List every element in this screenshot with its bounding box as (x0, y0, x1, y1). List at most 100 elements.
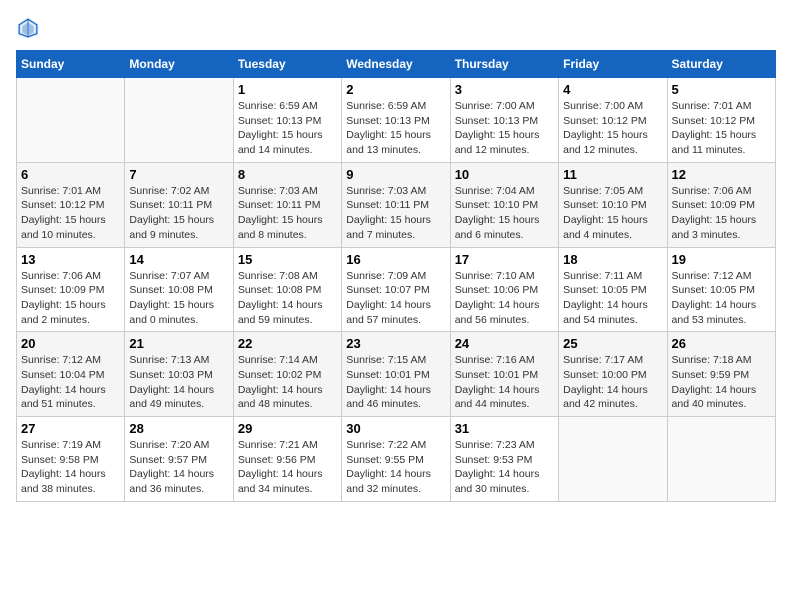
calendar-cell: 7 Sunrise: 7:02 AM Sunset: 10:11 PM Dayli… (125, 162, 233, 247)
calendar-cell: 21 Sunrise: 7:13 AM Sunset: 10:03 PM Dayl… (125, 332, 233, 417)
day-info: Sunrise: 7:10 AM Sunset: 10:06 PM Daylig… (455, 269, 554, 328)
day-info: Sunrise: 7:07 AM Sunset: 10:08 PM Daylig… (129, 269, 228, 328)
day-number: 8 (238, 167, 337, 182)
day-info: Sunrise: 7:00 AM Sunset: 10:13 PM Daylig… (455, 99, 554, 158)
day-info: Sunrise: 6:59 AM Sunset: 10:13 PM Daylig… (346, 99, 445, 158)
day-info: Sunrise: 7:21 AM Sunset: 9:56 PM Dayligh… (238, 438, 337, 497)
day-number: 24 (455, 336, 554, 351)
calendar-cell: 25 Sunrise: 7:17 AM Sunset: 10:00 PM Dayl… (559, 332, 667, 417)
day-number: 15 (238, 252, 337, 267)
day-info: Sunrise: 7:22 AM Sunset: 9:55 PM Dayligh… (346, 438, 445, 497)
day-info: Sunrise: 7:13 AM Sunset: 10:03 PM Daylig… (129, 353, 228, 412)
page-header (16, 16, 776, 40)
day-number: 10 (455, 167, 554, 182)
day-number: 11 (563, 167, 662, 182)
day-info: Sunrise: 7:18 AM Sunset: 9:59 PM Dayligh… (672, 353, 771, 412)
day-number: 5 (672, 82, 771, 97)
calendar-cell: 16 Sunrise: 7:09 AM Sunset: 10:07 PM Dayl… (342, 247, 450, 332)
calendar-cell: 23 Sunrise: 7:15 AM Sunset: 10:01 PM Dayl… (342, 332, 450, 417)
week-row-4: 20 Sunrise: 7:12 AM Sunset: 10:04 PM Dayl… (17, 332, 776, 417)
day-number: 31 (455, 421, 554, 436)
calendar-cell: 19 Sunrise: 7:12 AM Sunset: 10:05 PM Dayl… (667, 247, 775, 332)
calendar-cell: 11 Sunrise: 7:05 AM Sunset: 10:10 PM Dayl… (559, 162, 667, 247)
day-number: 4 (563, 82, 662, 97)
day-info: Sunrise: 7:02 AM Sunset: 10:11 PM Daylig… (129, 184, 228, 243)
weekday-header-sunday: Sunday (17, 51, 125, 78)
calendar-cell (17, 78, 125, 163)
calendar-cell: 27 Sunrise: 7:19 AM Sunset: 9:58 PM Dayli… (17, 417, 125, 502)
logo-icon (16, 16, 40, 40)
day-info: Sunrise: 7:00 AM Sunset: 10:12 PM Daylig… (563, 99, 662, 158)
weekday-header-thursday: Thursday (450, 51, 558, 78)
day-number: 26 (672, 336, 771, 351)
weekday-header-wednesday: Wednesday (342, 51, 450, 78)
day-number: 22 (238, 336, 337, 351)
week-row-5: 27 Sunrise: 7:19 AM Sunset: 9:58 PM Dayli… (17, 417, 776, 502)
day-number: 23 (346, 336, 445, 351)
day-number: 30 (346, 421, 445, 436)
calendar-cell: 3 Sunrise: 7:00 AM Sunset: 10:13 PM Dayli… (450, 78, 558, 163)
calendar-cell: 4 Sunrise: 7:00 AM Sunset: 10:12 PM Dayli… (559, 78, 667, 163)
day-info: Sunrise: 7:12 AM Sunset: 10:05 PM Daylig… (672, 269, 771, 328)
week-row-2: 6Sunrise: 7:01 AM Sunset: 10:12 PM Dayli… (17, 162, 776, 247)
day-number: 21 (129, 336, 228, 351)
day-number: 12 (672, 167, 771, 182)
day-number: 18 (563, 252, 662, 267)
day-number: 27 (21, 421, 120, 436)
calendar-cell: 28 Sunrise: 7:20 AM Sunset: 9:57 PM Dayli… (125, 417, 233, 502)
calendar-cell: 18 Sunrise: 7:11 AM Sunset: 10:05 PM Dayl… (559, 247, 667, 332)
day-number: 3 (455, 82, 554, 97)
calendar-cell: 30 Sunrise: 7:22 AM Sunset: 9:55 PM Dayli… (342, 417, 450, 502)
day-number: 13 (21, 252, 120, 267)
day-info: Sunrise: 7:14 AM Sunset: 10:02 PM Daylig… (238, 353, 337, 412)
calendar-cell (667, 417, 775, 502)
calendar-cell: 13 Sunrise: 7:06 AM Sunset: 10:09 PM Dayl… (17, 247, 125, 332)
day-info: Sunrise: 7:20 AM Sunset: 9:57 PM Dayligh… (129, 438, 228, 497)
day-number: 20 (21, 336, 120, 351)
calendar-cell: 6Sunrise: 7:01 AM Sunset: 10:12 PM Dayli… (17, 162, 125, 247)
calendar-cell: 14 Sunrise: 7:07 AM Sunset: 10:08 PM Dayl… (125, 247, 233, 332)
day-number: 25 (563, 336, 662, 351)
calendar-cell: 10 Sunrise: 7:04 AM Sunset: 10:10 PM Dayl… (450, 162, 558, 247)
calendar-table: SundayMondayTuesdayWednesdayThursdayFrid… (16, 50, 776, 502)
calendar-cell: 5Sunrise: 7:01 AM Sunset: 10:12 PM Dayli… (667, 78, 775, 163)
calendar-cell: 20 Sunrise: 7:12 AM Sunset: 10:04 PM Dayl… (17, 332, 125, 417)
day-info: Sunrise: 7:03 AM Sunset: 10:11 PM Daylig… (346, 184, 445, 243)
calendar-cell: 31 Sunrise: 7:23 AM Sunset: 9:53 PM Dayli… (450, 417, 558, 502)
day-info: Sunrise: 7:08 AM Sunset: 10:08 PM Daylig… (238, 269, 337, 328)
weekday-header-row: SundayMondayTuesdayWednesdayThursdayFrid… (17, 51, 776, 78)
calendar-cell: 26 Sunrise: 7:18 AM Sunset: 9:59 PM Dayli… (667, 332, 775, 417)
day-number: 17 (455, 252, 554, 267)
calendar-cell: 17 Sunrise: 7:10 AM Sunset: 10:06 PM Dayl… (450, 247, 558, 332)
calendar-cell: 2 Sunrise: 6:59 AM Sunset: 10:13 PM Dayli… (342, 78, 450, 163)
week-row-1: 1 Sunrise: 6:59 AM Sunset: 10:13 PM Dayli… (17, 78, 776, 163)
day-info: Sunrise: 7:17 AM Sunset: 10:00 PM Daylig… (563, 353, 662, 412)
weekday-header-monday: Monday (125, 51, 233, 78)
day-number: 28 (129, 421, 228, 436)
day-info: Sunrise: 7:09 AM Sunset: 10:07 PM Daylig… (346, 269, 445, 328)
day-info: Sunrise: 7:16 AM Sunset: 10:01 PM Daylig… (455, 353, 554, 412)
day-number: 2 (346, 82, 445, 97)
day-number: 6 (21, 167, 120, 182)
day-number: 19 (672, 252, 771, 267)
day-number: 14 (129, 252, 228, 267)
day-number: 16 (346, 252, 445, 267)
day-info: Sunrise: 7:05 AM Sunset: 10:10 PM Daylig… (563, 184, 662, 243)
day-number: 1 (238, 82, 337, 97)
calendar-cell: 22 Sunrise: 7:14 AM Sunset: 10:02 PM Dayl… (233, 332, 341, 417)
day-info: Sunrise: 7:11 AM Sunset: 10:05 PM Daylig… (563, 269, 662, 328)
day-info: Sunrise: 7:04 AM Sunset: 10:10 PM Daylig… (455, 184, 554, 243)
day-number: 9 (346, 167, 445, 182)
calendar-cell: 29 Sunrise: 7:21 AM Sunset: 9:56 PM Dayli… (233, 417, 341, 502)
weekday-header-tuesday: Tuesday (233, 51, 341, 78)
day-info: Sunrise: 7:19 AM Sunset: 9:58 PM Dayligh… (21, 438, 120, 497)
day-info: Sunrise: 7:15 AM Sunset: 10:01 PM Daylig… (346, 353, 445, 412)
day-info: Sunrise: 7:23 AM Sunset: 9:53 PM Dayligh… (455, 438, 554, 497)
day-info: Sunrise: 7:06 AM Sunset: 10:09 PM Daylig… (21, 269, 120, 328)
day-number: 29 (238, 421, 337, 436)
calendar-cell: 24 Sunrise: 7:16 AM Sunset: 10:01 PM Dayl… (450, 332, 558, 417)
day-info: Sunrise: 7:12 AM Sunset: 10:04 PM Daylig… (21, 353, 120, 412)
weekday-header-friday: Friday (559, 51, 667, 78)
calendar-cell: 12Sunrise: 7:06 AM Sunset: 10:09 PM Dayl… (667, 162, 775, 247)
day-number: 7 (129, 167, 228, 182)
